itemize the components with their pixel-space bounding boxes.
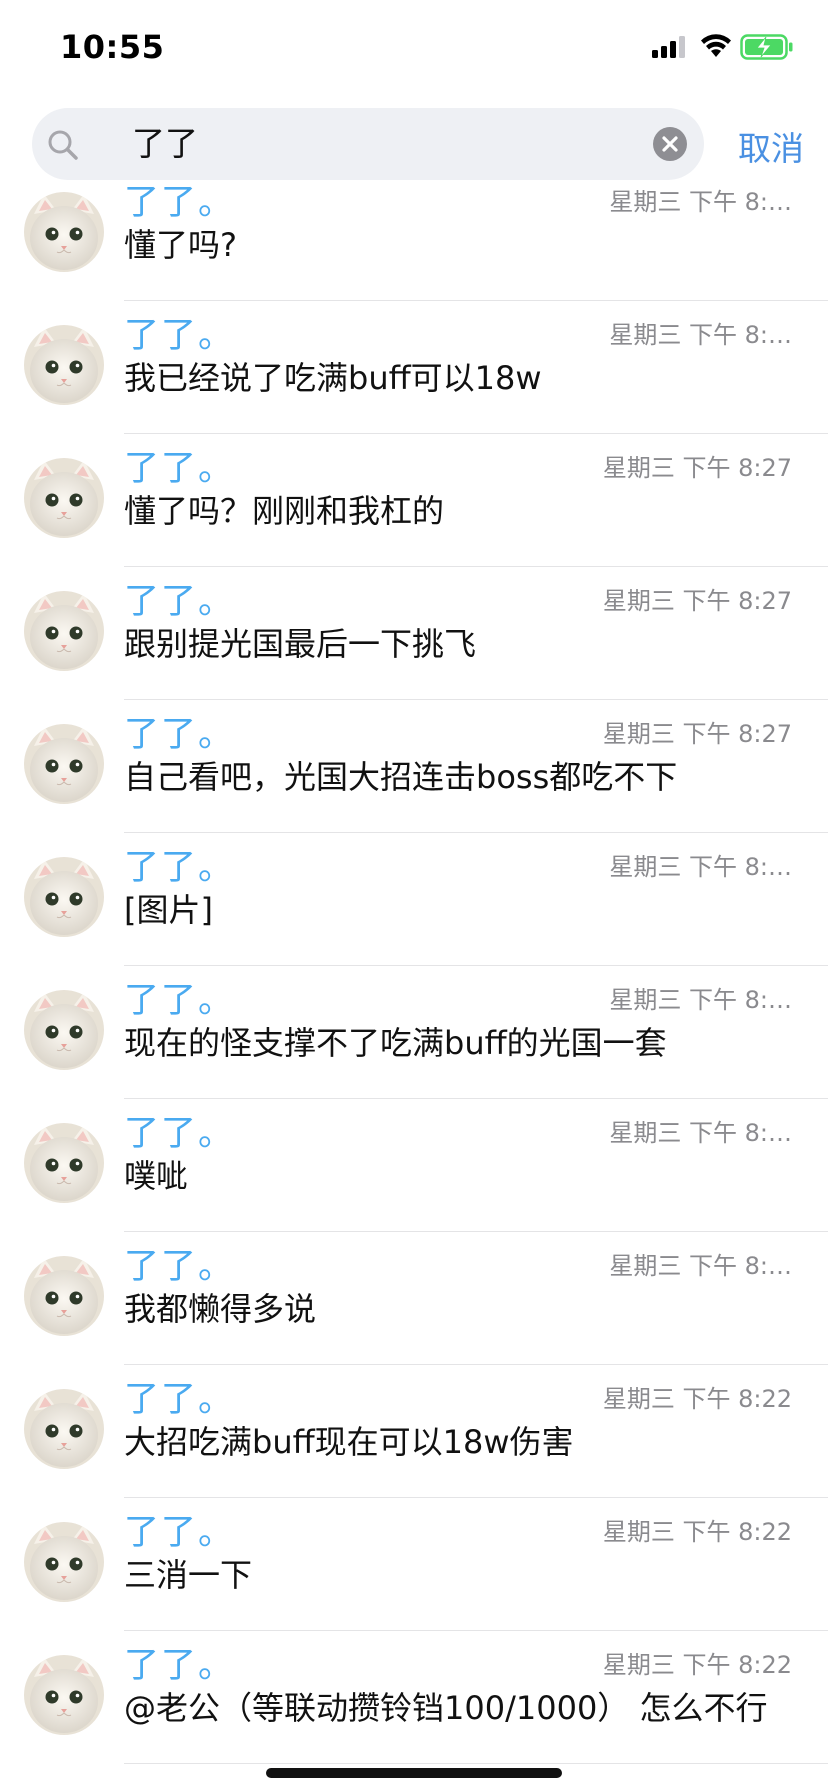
message-text: [图片] bbox=[124, 891, 213, 929]
sender-name: 了了。 bbox=[124, 981, 236, 1021]
avatar[interactable] bbox=[24, 1256, 104, 1336]
row-divider bbox=[124, 1763, 828, 1764]
avatar[interactable] bbox=[24, 857, 104, 937]
sender-name: 了了。 bbox=[124, 715, 236, 755]
search-result-row[interactable]: 了了。 星期三 下午 8:27 跟别提光国最后一下挑飞 bbox=[0, 567, 828, 700]
message-text: 噗呲 bbox=[124, 1157, 189, 1195]
message-text: 三消一下 bbox=[124, 1556, 253, 1594]
search-result-row[interactable]: 了了。 星期三 下午 8:… 懂了吗? bbox=[0, 168, 828, 301]
search-result-row[interactable]: 了了。 星期三 下午 8:27 懂了吗？刚刚和我杠的 bbox=[0, 434, 828, 567]
avatar[interactable] bbox=[24, 1389, 104, 1469]
message-text: 懂了吗？刚刚和我杠的 bbox=[124, 492, 445, 530]
sender-name: 了了。 bbox=[124, 1380, 236, 1420]
avatar[interactable] bbox=[24, 990, 104, 1070]
search-result-row[interactable]: 了了。 星期三 下午 8:22 @老公（等联动攒铃铛100/1000） 怎么不行 bbox=[0, 1631, 828, 1764]
sender-name: 了了。 bbox=[124, 848, 236, 888]
message-time: 星期三 下午 8:… bbox=[609, 321, 792, 349]
message-text: 我已经说了吃满buff可以18w bbox=[124, 359, 542, 397]
search-result-row[interactable]: 了了。 星期三 下午 8:27 自己看吧，光国大招连击boss都吃不下 bbox=[0, 700, 828, 833]
message-text: 我都懒得多说 bbox=[124, 1290, 317, 1328]
message-time: 星期三 下午 8:… bbox=[609, 1252, 792, 1280]
message-text: 跟别提光国最后一下挑飞 bbox=[124, 625, 477, 663]
message-text: 自己看吧，光国大招连击boss都吃不下 bbox=[124, 758, 678, 796]
avatar[interactable] bbox=[24, 458, 104, 538]
search-result-row[interactable]: 了了。 星期三 下午 8:22 大招吃满buff现在可以18w伤害 bbox=[0, 1365, 828, 1498]
battery-charging-icon bbox=[740, 34, 793, 60]
sender-name: 了了。 bbox=[124, 1114, 236, 1154]
cancel-button[interactable]: 取消 bbox=[738, 122, 804, 170]
sender-name: 了了。 bbox=[124, 1247, 236, 1287]
search-result-row[interactable]: 了了。 星期三 下午 8:… 我已经说了吃满buff可以18w bbox=[0, 301, 828, 434]
avatar[interactable] bbox=[24, 192, 104, 272]
avatar[interactable] bbox=[24, 1123, 104, 1203]
message-time: 星期三 下午 8:22 bbox=[602, 1651, 792, 1679]
search-result-row[interactable]: 了了。 星期三 下午 8:22 三消一下 bbox=[0, 1498, 828, 1631]
wifi-icon bbox=[701, 34, 731, 57]
avatar[interactable] bbox=[24, 591, 104, 671]
message-time: 星期三 下午 8:… bbox=[609, 1119, 792, 1147]
message-text: 大招吃满buff现在可以18w伤害 bbox=[124, 1423, 574, 1461]
sender-name: 了了。 bbox=[124, 316, 236, 356]
search-icon bbox=[48, 130, 78, 160]
message-time: 星期三 下午 8:27 bbox=[602, 587, 792, 615]
sender-name: 了了。 bbox=[124, 1513, 236, 1553]
message-time: 星期三 下午 8:22 bbox=[602, 1385, 792, 1413]
search-result-row[interactable]: 了了。 星期三 下午 8:… 噗呲 bbox=[0, 1099, 828, 1232]
sender-name: 了了。 bbox=[124, 582, 236, 622]
status-time: 10:55 bbox=[60, 28, 165, 66]
search-results-list[interactable]: 了了。 星期三 下午 8:… 懂了吗? 了了。 星期三 下午 8:… 我已经说了… bbox=[0, 168, 828, 1768]
status-bar: 10:55 bbox=[0, 0, 828, 100]
sender-name: 了了。 bbox=[124, 183, 236, 223]
home-indicator[interactable] bbox=[266, 1768, 562, 1778]
message-text: 现在的怪支撑不了吃满buff的光国一套 bbox=[124, 1024, 667, 1062]
avatar[interactable] bbox=[24, 325, 104, 405]
search-result-row[interactable]: 了了。 星期三 下午 8:… 现在的怪支撑不了吃满buff的光国一套 bbox=[0, 966, 828, 1099]
avatar[interactable] bbox=[24, 724, 104, 804]
avatar[interactable] bbox=[24, 1522, 104, 1602]
message-time: 星期三 下午 8:27 bbox=[602, 720, 792, 748]
clear-search-button[interactable] bbox=[653, 127, 687, 161]
message-time: 星期三 下午 8:… bbox=[609, 853, 792, 881]
message-text: 懂了吗? bbox=[124, 226, 237, 264]
search-result-row[interactable]: 了了。 星期三 下午 8:… 我都懒得多说 bbox=[0, 1232, 828, 1365]
message-time: 星期三 下午 8:22 bbox=[602, 1518, 792, 1546]
cellular-signal-icon bbox=[652, 36, 685, 58]
message-text: @老公（等联动攒铃铛100/1000） 怎么不行 bbox=[124, 1689, 768, 1727]
sender-name: 了了。 bbox=[124, 449, 236, 489]
message-time: 星期三 下午 8:… bbox=[609, 986, 792, 1014]
search-result-row[interactable]: 了了。 星期三 下午 8:… [图片] bbox=[0, 833, 828, 966]
message-time: 星期三 下午 8:… bbox=[609, 188, 792, 216]
clear-icon bbox=[662, 136, 678, 152]
message-time: 星期三 下午 8:27 bbox=[602, 454, 792, 482]
avatar[interactable] bbox=[24, 1655, 104, 1735]
sender-name: 了了。 bbox=[124, 1646, 236, 1686]
